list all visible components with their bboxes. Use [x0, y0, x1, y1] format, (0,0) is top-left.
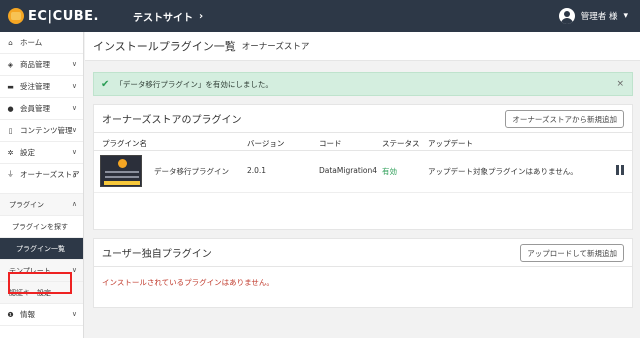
chevron-down-icon: ∨	[71, 82, 77, 90]
column-header-version: バージョン	[247, 139, 285, 148]
chevron-down-icon: ∨	[71, 148, 77, 156]
sidebar-item-home[interactable]: ⌂ ホーム	[0, 32, 83, 54]
card-title: オーナーズストアのプラグイン	[102, 115, 242, 126]
coin-icon	[118, 159, 127, 168]
sidebar-item-find-plugins[interactable]: プラグインを探す	[0, 216, 83, 238]
plugin-thumbnail	[100, 155, 142, 187]
sidebar-item-label: プラグイン	[9, 200, 44, 209]
thumbnail-line	[105, 176, 139, 178]
gear-icon: ✲	[7, 148, 14, 157]
file-icon: ▯	[8, 126, 13, 135]
empty-message: インストールされているプラグインはありません。	[102, 278, 274, 287]
product-icon: ◈	[7, 60, 14, 69]
top-bar: EC|CUBE. テストサイト › 管理者 様 ▾	[0, 0, 640, 32]
home-icon: ⌂	[8, 38, 13, 47]
store-plugins-card: オーナーズストアのプラグイン オーナーズストアから新規追加 プラグイン名 バージ…	[93, 104, 633, 230]
upload-plugin-button[interactable]: アップロードして新規追加	[520, 244, 624, 262]
sidebar-item-label: コンテンツ管理	[20, 126, 73, 135]
thumbnail-line	[105, 171, 139, 173]
ec-cube-logo[interactable]: EC|CUBE.	[8, 0, 99, 32]
sidebar-item-label: ホーム	[20, 38, 43, 47]
chevron-right-icon: ›	[199, 10, 204, 22]
column-header-status: ステータス	[382, 139, 420, 148]
sidebar-item-label: テンプレート	[9, 266, 51, 275]
sidebar-item-owners-store[interactable]: ⏚ オーナーズストア ∧	[0, 164, 83, 194]
card-title: ユーザー独自プラグイン	[102, 249, 212, 260]
main-content: インストールプラグイン一覧 オーナーズストア ✔ 「データ移行プラグイン」を有効…	[85, 32, 640, 338]
users-icon: ●	[7, 104, 14, 113]
sidebar-item-orders[interactable]: ▬ 受注管理 ∨	[0, 76, 83, 98]
caret-down-icon: ▾	[623, 11, 628, 21]
user-avatar-icon	[558, 8, 575, 24]
add-from-store-button[interactable]: オーナーズストアから新規追加	[505, 110, 624, 128]
sidebar-subgroup-templates[interactable]: テンプレート ∨	[0, 260, 83, 282]
cube-logo-icon	[8, 8, 24, 24]
sidebar-item-auth-key[interactable]: 認証キー設定	[0, 282, 83, 304]
page-header: インストールプラグイン一覧 オーナーズストア	[85, 32, 640, 61]
table-header: プラグイン名 バージョン コード ステータス アップデート	[94, 133, 632, 151]
plugin-status: 有効	[382, 167, 397, 176]
column-header-update: アップデート	[428, 139, 473, 148]
sidebar-item-label: 受注管理	[20, 82, 50, 91]
sidebar-item-label: プラグイン一覧	[16, 244, 65, 253]
card-header: ユーザー独自プラグイン アップロードして新規追加	[94, 239, 632, 267]
sidebar-item-contents[interactable]: ▯ コンテンツ管理 ∨	[0, 120, 83, 142]
user-menu[interactable]: 管理者 様 ▾	[558, 0, 628, 32]
sidebar-item-settings[interactable]: ✲ 設定 ∨	[0, 142, 83, 164]
sidebar-item-label: プラグインを探す	[12, 222, 68, 231]
chevron-down-icon: ∨	[71, 266, 77, 274]
close-icon[interactable]: ×	[616, 79, 624, 89]
chevron-down-icon: ∨	[71, 60, 77, 68]
user-plugins-card: ユーザー独自プラグイン アップロードして新規追加 インストールされているプラグイ…	[93, 238, 633, 308]
sidebar-item-label: 情報	[20, 310, 35, 319]
card-header: オーナーズストアのプラグイン オーナーズストアから新規追加	[94, 105, 632, 133]
pause-icon[interactable]	[616, 165, 624, 175]
success-alert: ✔ 「データ移行プラグイン」を有効にしました。 ×	[93, 72, 633, 96]
sidebar-subgroup-plugins[interactable]: プラグイン ∧	[0, 194, 83, 216]
sidebar-item-customers[interactable]: ● 会員管理 ∨	[0, 98, 83, 120]
sidebar-item-info[interactable]: ❶ 情報 ∨	[0, 304, 83, 326]
plugin-update: アップデート対象プラグインはありません。	[428, 167, 578, 176]
plugin-version: 2.0.1	[247, 166, 267, 175]
sidebar-item-label: 商品管理	[20, 60, 50, 69]
plug-icon: ⏚	[7, 170, 14, 178]
thumbnail-banner	[104, 181, 140, 185]
sidebar-item-plugin-list[interactable]: プラグイン一覧	[0, 238, 83, 260]
page-subtitle: オーナーズストア	[241, 42, 310, 52]
site-name: テストサイト	[133, 12, 193, 24]
sidebar-item-label: 設定	[20, 148, 35, 157]
user-name: 管理者 様	[580, 12, 618, 22]
site-name-link[interactable]: テストサイト ›	[133, 9, 203, 24]
sidebar: ⌂ ホーム ◈ 商品管理 ∨ ▬ 受注管理 ∨ ● 会員管理 ∨ ▯ コンテンツ…	[0, 32, 84, 338]
chevron-up-icon: ∧	[71, 200, 77, 208]
info-icon: ❶	[7, 310, 14, 319]
sidebar-item-products[interactable]: ◈ 商品管理 ∨	[0, 54, 83, 76]
chevron-down-icon: ∨	[71, 310, 77, 318]
page-title: インストールプラグイン一覧	[93, 40, 236, 53]
sidebar-item-label: 認証キー設定	[9, 288, 51, 297]
column-header-code: コード	[319, 139, 342, 148]
check-icon: ✔	[101, 78, 110, 90]
chevron-down-icon: ∨	[71, 126, 77, 134]
chevron-down-icon: ∨	[71, 104, 77, 112]
cart-icon: ▬	[7, 82, 14, 91]
table-row: データ移行プラグイン 2.0.1 DataMigration4 有効 アップデー…	[94, 151, 632, 193]
plugin-code: DataMigration4	[319, 166, 378, 175]
sidebar-item-label: 会員管理	[20, 104, 50, 113]
chevron-up-icon: ∧	[71, 171, 77, 179]
logo-text: EC|CUBE.	[28, 8, 99, 24]
column-header-name: プラグイン名	[102, 139, 147, 148]
alert-message: 「データ移行プラグイン」を有効にしました。	[115, 79, 273, 89]
plugin-name: データ移行プラグイン	[154, 167, 229, 176]
